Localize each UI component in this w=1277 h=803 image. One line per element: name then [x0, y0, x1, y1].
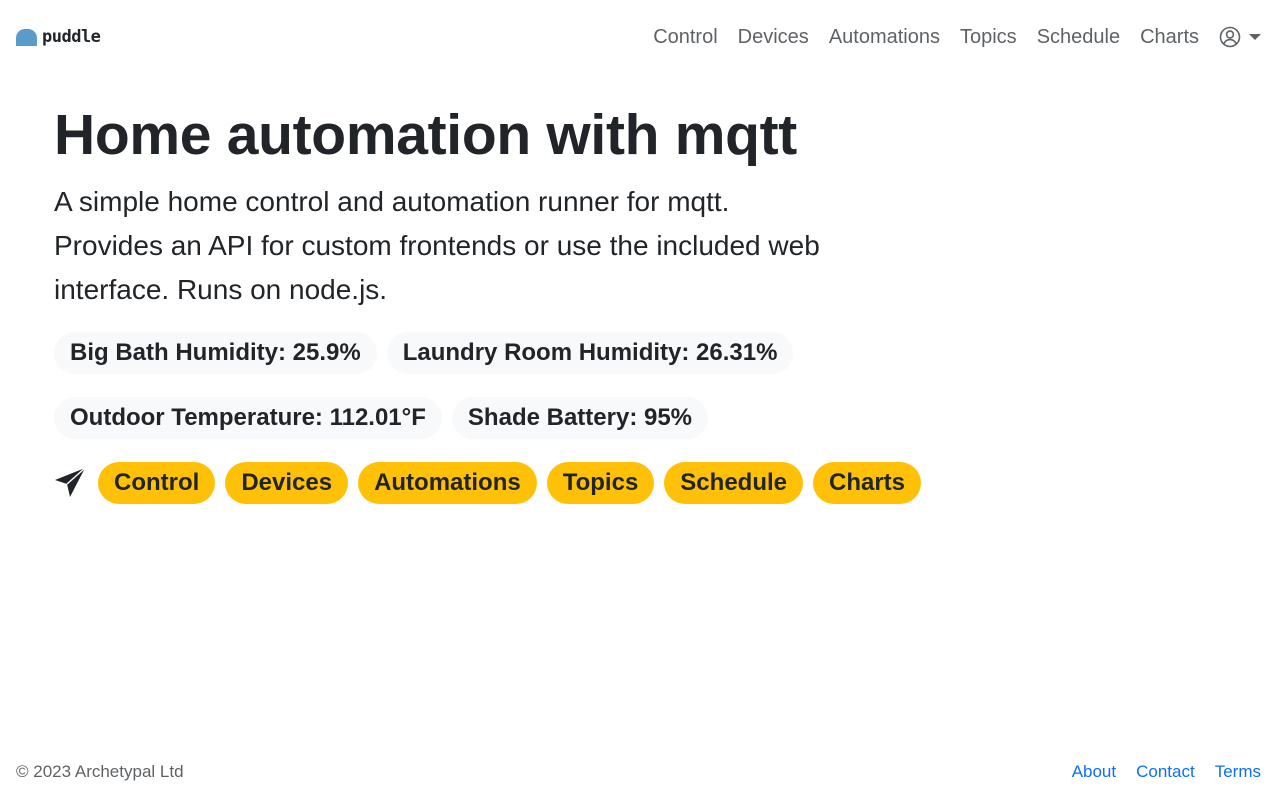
nav-item-automations[interactable]: Automations [819, 26, 950, 49]
copyright-text: © 2023 Archetypal Ltd [16, 762, 184, 781]
send-icon [55, 467, 86, 497]
page-title: Home automation with mqtt [54, 103, 797, 167]
person-circle-icon [1219, 26, 1241, 48]
sensor-badge-shade-battery: Shade Battery: 95% [451, 397, 709, 439]
top-navbar: puddle Control Devices Automations Topic… [0, 0, 1277, 74]
quick-link-devices[interactable]: Devices [225, 462, 349, 504]
footer-link-about[interactable]: About [1072, 762, 1116, 782]
nav-menu: Control Devices Automations Topics Sched… [643, 26, 1261, 49]
nav-item-topics[interactable]: Topics [950, 26, 1027, 49]
brand-name: puddle [42, 27, 101, 47]
quick-link-charts[interactable]: Charts [813, 462, 922, 504]
footer-link-terms[interactable]: Terms [1215, 762, 1261, 782]
quick-link-automations[interactable]: Automations [358, 462, 537, 504]
sensor-badge-laundry-room-humidity: Laundry Room Humidity: 26.31% [386, 332, 794, 374]
sensor-badge-outdoor-temperature: Outdoor Temperature: 112.01°F [54, 397, 442, 439]
footer-links: About Contact Terms [1072, 762, 1261, 782]
quick-link-schedule[interactable]: Schedule [664, 462, 803, 504]
lead-text: A simple home control and automation run… [54, 186, 820, 305]
page-footer: © 2023 Archetypal Ltd About Contact Term… [0, 755, 1277, 789]
puddle-logo-icon [16, 28, 37, 46]
nav-item-charts[interactable]: Charts [1130, 26, 1209, 49]
sensor-row: Outdoor Temperature: 112.01°F Shade Batt… [54, 397, 954, 439]
quick-link-topics[interactable]: Topics [546, 462, 655, 504]
brand-link[interactable]: puddle [16, 27, 101, 47]
nav-item-schedule[interactable]: Schedule [1027, 26, 1130, 49]
sensor-badge-big-bath-humidity: Big Bath Humidity: 25.9% [54, 332, 377, 374]
sensor-readings: Big Bath Humidity: 25.9% Laundry Room Hu… [54, 332, 954, 439]
user-menu-dropdown[interactable] [1219, 26, 1261, 48]
quick-link-control[interactable]: Control [98, 462, 216, 504]
hero-section: Home automation with mqtt A simple home … [54, 100, 954, 504]
chevron-down-icon [1249, 34, 1261, 40]
sensor-row: Big Bath Humidity: 25.9% Laundry Room Hu… [54, 332, 954, 374]
quick-links: Control Devices Automations Topics Sched… [54, 462, 954, 504]
footer-link-contact[interactable]: Contact [1136, 762, 1195, 782]
nav-item-control[interactable]: Control [643, 26, 727, 49]
nav-item-devices[interactable]: Devices [728, 26, 819, 49]
